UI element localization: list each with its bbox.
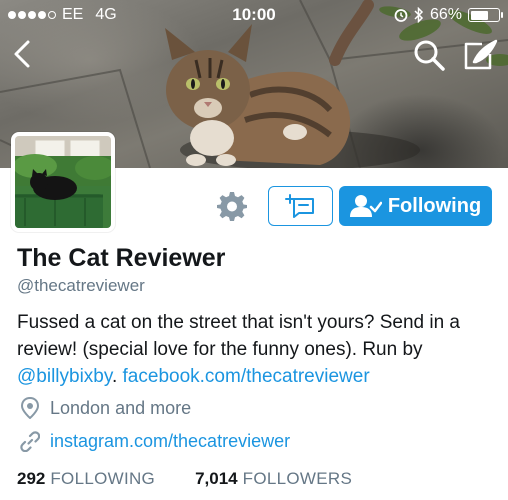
following-button-label: Following xyxy=(387,194,482,217)
battery-icon xyxy=(468,8,503,22)
link-icon xyxy=(20,431,40,452)
profile-stats: 292 FOLLOWING 7,014 FOLLOWERS xyxy=(17,469,352,489)
compose-tweet-button[interactable] xyxy=(462,38,498,72)
profile-bio: Fussed a cat on the street that isn't yo… xyxy=(17,309,497,390)
status-right: 66% xyxy=(394,6,503,24)
profile-location: London and more xyxy=(20,397,191,419)
bio-facebook-link[interactable]: facebook.com/thecatreviewer xyxy=(123,366,370,387)
battery-fill xyxy=(470,10,489,20)
bluetooth-icon xyxy=(414,7,424,23)
profile-name: The Cat Reviewer xyxy=(17,244,226,272)
following-label: FOLLOWING xyxy=(50,469,156,488)
direct-message-icon xyxy=(284,194,314,218)
alarm-icon xyxy=(394,9,408,22)
following-stat[interactable]: 292 FOLLOWING xyxy=(17,469,155,489)
back-button[interactable] xyxy=(8,38,38,70)
direct-message-button[interactable] xyxy=(268,186,333,226)
settings-button[interactable] xyxy=(217,191,247,221)
search-icon xyxy=(414,40,445,71)
avatar[interactable] xyxy=(11,132,115,232)
gear-icon xyxy=(217,192,247,221)
status-bar: EE 4G 10:00 66% xyxy=(0,0,508,30)
website-link[interactable]: instagram.com/thecatreviewer xyxy=(50,431,290,452)
followers-label: FOLLOWERS xyxy=(242,469,353,488)
bio-mention-link[interactable]: @billybixby xyxy=(17,366,112,387)
following-count: 292 xyxy=(17,469,46,488)
profile-website[interactable]: instagram.com/thecatreviewer xyxy=(20,430,290,452)
battery-percent: 66% xyxy=(429,6,462,23)
following-button[interactable]: Following xyxy=(339,186,492,226)
location-pin-icon xyxy=(20,397,40,419)
avatar-cat-photo xyxy=(15,136,111,228)
followers-stat[interactable]: 7,014 FOLLOWERS xyxy=(195,469,352,489)
followers-count: 7,014 xyxy=(195,469,238,488)
profile-handle: @thecatreviewer xyxy=(17,276,145,295)
chevron-left-icon xyxy=(14,40,30,68)
bio-text: Fussed a cat on the street that isn't yo… xyxy=(17,312,460,360)
compose-tweet-icon xyxy=(464,39,498,70)
bio-separator: . xyxy=(111,366,123,387)
search-button[interactable] xyxy=(412,38,446,72)
user-check-icon xyxy=(349,195,382,217)
location-text: London and more xyxy=(50,397,192,418)
